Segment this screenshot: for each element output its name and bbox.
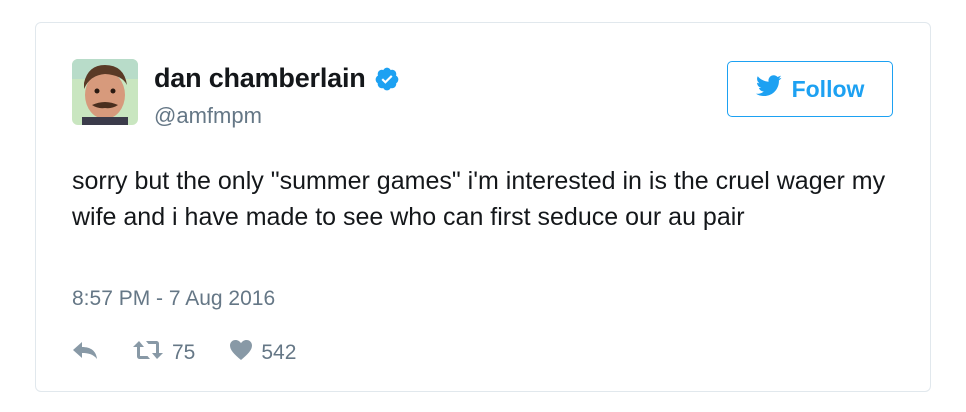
twitter-bird-icon	[755, 75, 782, 103]
avatar-image	[72, 59, 138, 125]
follow-button[interactable]: Follow	[727, 61, 893, 117]
tweet-text: sorry but the only "summer games" i'm in…	[72, 167, 886, 231]
tweet-actions: 75 542	[72, 338, 330, 368]
like-button[interactable]: 542	[229, 339, 296, 367]
user-handle[interactable]: @amfmpm	[154, 103, 262, 129]
follow-label: Follow	[791, 75, 865, 102]
reply-button[interactable]	[72, 339, 98, 367]
author-name-row: dan chamberlain	[154, 63, 400, 94]
display-name[interactable]: dan chamberlain	[154, 63, 366, 94]
heart-icon	[229, 339, 253, 367]
avatar[interactable]	[72, 59, 138, 125]
tweet-timestamp[interactable]: 8:57 PM - 7 Aug 2016	[72, 287, 275, 311]
retweet-button[interactable]: 75	[132, 339, 195, 367]
verified-badge-icon	[374, 66, 400, 92]
like-count: 542	[261, 341, 297, 364]
retweet-icon	[132, 339, 164, 367]
reply-icon	[72, 339, 98, 367]
retweet-count: 75	[172, 341, 196, 364]
tweet-card: dan chamberlain @amfmpm Follow sorry but…	[35, 22, 931, 392]
